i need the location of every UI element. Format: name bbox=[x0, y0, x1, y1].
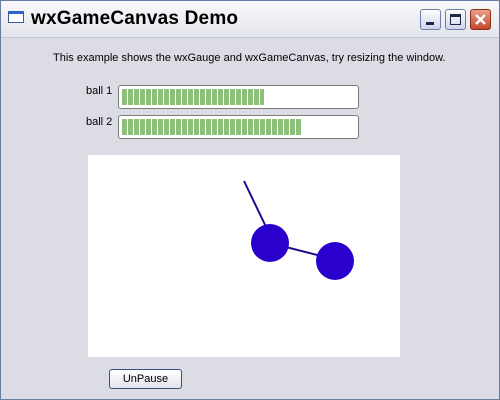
minimize-icon bbox=[426, 22, 434, 25]
title-bar[interactable]: wxGameCanvas Demo bbox=[1, 1, 499, 38]
ball-1 bbox=[251, 224, 289, 262]
unpause-button[interactable]: UnPause bbox=[109, 369, 182, 389]
window-icon bbox=[8, 11, 24, 23]
close-icon bbox=[475, 14, 486, 25]
ball-2-gauge bbox=[118, 115, 359, 139]
app-window: wxGameCanvas Demo This example shows the… bbox=[0, 0, 500, 400]
close-button[interactable] bbox=[470, 9, 491, 30]
ball-2-gauge-fill bbox=[122, 119, 302, 135]
window-title: wxGameCanvas Demo bbox=[31, 8, 239, 29]
minimize-button[interactable] bbox=[420, 9, 441, 30]
pendulum-rod-1 bbox=[243, 180, 269, 232]
ball-2-label: ball 2 bbox=[86, 116, 113, 128]
game-canvas[interactable] bbox=[88, 155, 400, 357]
unpause-button-label: UnPause bbox=[122, 373, 169, 385]
maximize-button[interactable] bbox=[445, 9, 466, 30]
ball-1-gauge bbox=[118, 85, 359, 109]
ball-2 bbox=[316, 242, 354, 280]
maximize-icon bbox=[450, 14, 461, 25]
ball-1-label: ball 1 bbox=[86, 85, 113, 97]
game-scene bbox=[243, 180, 354, 280]
ball-1-gauge-fill bbox=[122, 89, 265, 105]
info-text: This example shows the wxGauge and wxGam… bbox=[53, 52, 446, 64]
